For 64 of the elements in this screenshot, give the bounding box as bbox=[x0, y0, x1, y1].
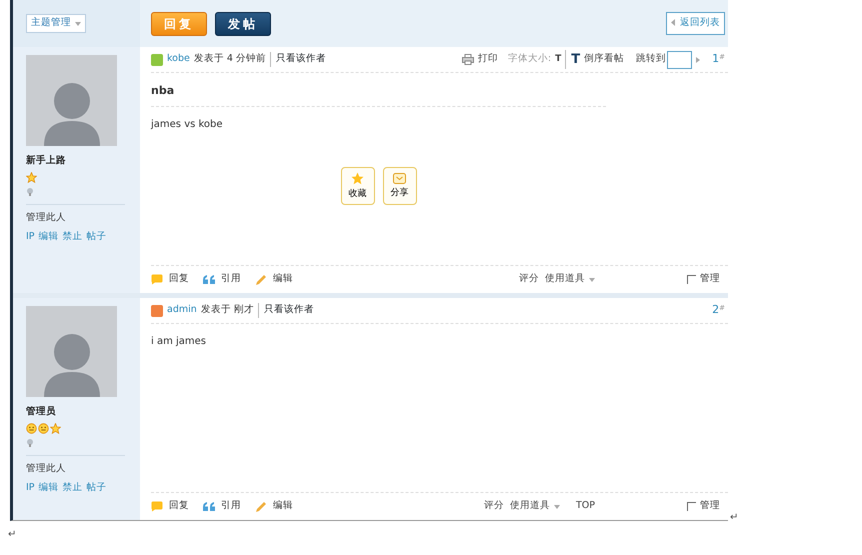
post-body: james vs kobe bbox=[151, 118, 224, 132]
floor-input[interactable] bbox=[667, 50, 692, 68]
only-author-link[interactable]: 只看该作者 bbox=[258, 303, 314, 318]
manage-checkbox[interactable]: 管理 bbox=[687, 499, 720, 514]
reverse-order-link[interactable]: 倒序看帖 bbox=[584, 52, 624, 67]
only-author-link[interactable]: 只看该作者 bbox=[270, 52, 326, 67]
user-rank: 管理员 bbox=[26, 405, 57, 419]
favorite-button[interactable]: 收藏 bbox=[340, 167, 374, 206]
caret-left-icon bbox=[671, 19, 676, 26]
font-size-label: 字体大小: bbox=[508, 52, 552, 66]
post-edit-link[interactable]: 编辑 bbox=[255, 272, 293, 287]
use-tools-dropdown[interactable]: 使用道具 bbox=[545, 272, 595, 287]
star-icon bbox=[26, 172, 37, 184]
post-quote-link[interactable]: 引用 bbox=[203, 272, 241, 287]
smiley-icon bbox=[38, 423, 49, 434]
speech-bubble-icon bbox=[151, 501, 163, 512]
caret-down-icon bbox=[589, 278, 595, 282]
user-manage-link[interactable]: 编辑 bbox=[38, 230, 59, 242]
quote-icon bbox=[203, 275, 215, 284]
post-title: nba bbox=[151, 73, 606, 106]
post-quote-link[interactable]: 引用 bbox=[203, 499, 241, 514]
star-icon bbox=[351, 172, 364, 184]
post-reply-link[interactable]: 回复 bbox=[151, 272, 189, 287]
print-link[interactable]: 打印 bbox=[462, 52, 498, 67]
user-manage-link[interactable]: 禁止 bbox=[62, 230, 83, 242]
new-post-button[interactable]: 发帖 bbox=[215, 12, 271, 36]
post-time: 发表于 刚才 bbox=[200, 303, 254, 318]
author-link[interactable]: kobe bbox=[167, 52, 190, 67]
caret-right-icon bbox=[696, 56, 700, 62]
pencil-icon bbox=[255, 274, 267, 286]
user-manage-link[interactable]: 编辑 bbox=[38, 482, 59, 492]
printer-icon bbox=[462, 54, 474, 65]
large-font-link[interactable]: T bbox=[565, 50, 580, 70]
smiley-icon bbox=[26, 423, 37, 434]
top-link[interactable]: TOP bbox=[576, 499, 595, 514]
use-tools-dropdown[interactable]: 使用道具 bbox=[510, 499, 560, 514]
rate-link[interactable]: 评分 bbox=[519, 272, 539, 287]
share-button[interactable]: 分享 bbox=[382, 167, 416, 206]
back-to-list-link[interactable]: 返回列表 bbox=[666, 12, 725, 35]
post-edit-link[interactable]: 编辑 bbox=[255, 499, 293, 514]
floor-number[interactable]: 1$^{#}$ bbox=[712, 51, 725, 68]
star-icon bbox=[50, 423, 61, 434]
jump-label: 跳转到 bbox=[636, 52, 666, 66]
post-body: i am james bbox=[151, 335, 208, 349]
speech-bubble-icon bbox=[151, 274, 163, 285]
paragraph-mark: ↵ bbox=[8, 528, 18, 542]
floor-number[interactable]: 2$^{#}$ bbox=[712, 302, 725, 319]
small-font-link[interactable]: T bbox=[555, 52, 562, 66]
manage-user-label: 管理此人 bbox=[26, 204, 125, 226]
rate-link[interactable]: 评分 bbox=[484, 499, 504, 514]
manage-checkbox[interactable]: 管理 bbox=[687, 272, 720, 287]
quote-icon bbox=[203, 502, 215, 511]
user-rank: 新手上路 bbox=[26, 154, 67, 168]
post-time: 发表于 4 分钟前 bbox=[194, 52, 266, 66]
manage-user-label: 管理此人 bbox=[26, 455, 125, 476]
topic-manage-dropdown[interactable]: 主题管理 bbox=[26, 14, 86, 33]
post-reply-link[interactable]: 回复 bbox=[151, 499, 189, 514]
pencil-icon bbox=[255, 500, 267, 512]
caret-down-icon bbox=[554, 504, 560, 508]
paragraph-mark: ↵ bbox=[730, 511, 738, 525]
envelope-icon bbox=[393, 172, 406, 184]
caret-down-icon bbox=[75, 22, 81, 26]
user-manage-link[interactable]: 禁止 bbox=[62, 482, 83, 492]
author-link[interactable]: admin bbox=[167, 303, 197, 318]
